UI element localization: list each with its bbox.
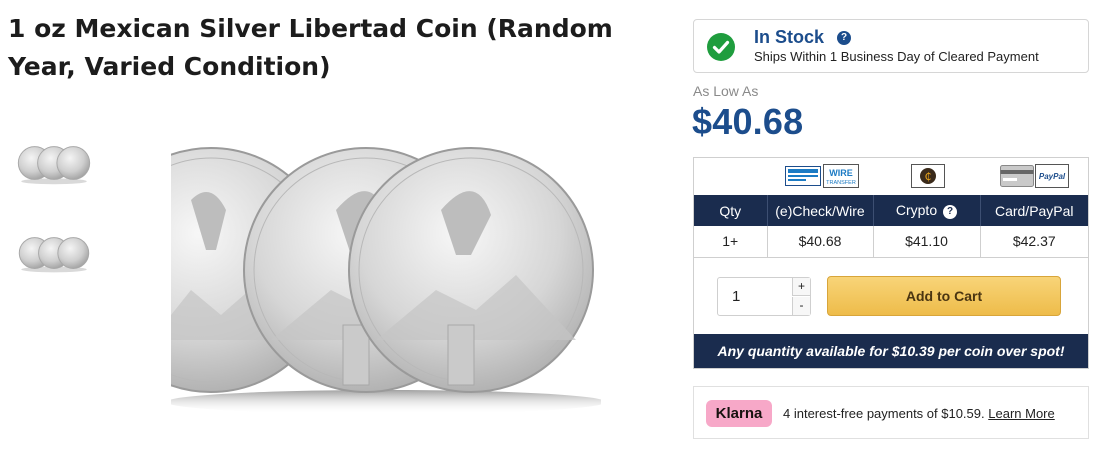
learn-more-link[interactable]: Learn More	[988, 406, 1054, 421]
header-qty: Qty	[694, 195, 768, 226]
crypto-coin-icon: ₵	[911, 164, 945, 188]
stock-status-box: In Stock ? Ships Within 1 Business Day o…	[693, 19, 1089, 73]
header-crypto: Crypto?	[873, 195, 981, 226]
spot-price-banner: Any quantity available for $10.39 per co…	[694, 334, 1088, 368]
quantity-decrement-button[interactable]: -	[792, 297, 810, 315]
klarna-installment-text: 4 interest-free payments of $10.59. Lear…	[783, 406, 1055, 421]
checkmark-icon	[707, 33, 735, 61]
lowest-price: $40.68	[692, 101, 804, 142]
transfer-label: TRANSFER	[826, 180, 856, 186]
add-to-cart-button[interactable]: Add to Cart	[827, 276, 1061, 316]
cell-crypto-price: $41.10	[873, 226, 981, 258]
cell-card-paypal-price: $42.37	[980, 226, 1088, 258]
check-payment-icon	[785, 164, 821, 188]
wire-transfer-icon: WIRE TRANSFER	[823, 164, 859, 188]
stock-status-label: In Stock	[754, 27, 825, 47]
crypto-symbol: ₵	[925, 170, 932, 183]
klarna-logo: Klarna	[706, 400, 772, 427]
klarna-box: Klarna 4 interest-free payments of $10.5…	[693, 386, 1089, 439]
klarna-payment-info: 4 interest-free payments of $10.59.	[783, 406, 985, 421]
shipping-info: Ships Within 1 Business Day of Cleared P…	[754, 49, 1039, 64]
question-icon[interactable]: ?	[943, 205, 958, 219]
table-row: 1+ $40.68 $41.10 $42.37	[694, 226, 1088, 258]
libertad-coins-image	[171, 147, 601, 414]
product-main-image[interactable]	[171, 140, 601, 420]
question-icon[interactable]: ?	[837, 31, 851, 45]
cell-check-wire-price: $40.68	[767, 226, 874, 258]
quantity-increment-button[interactable]: +	[792, 278, 810, 296]
quantity-stepper: + -	[717, 277, 811, 316]
thumbnail-three-coins-front[interactable]	[14, 136, 94, 192]
coin-thumbnail-image	[18, 237, 90, 273]
paypal-icon: PayPal	[1035, 164, 1069, 188]
product-title: 1 oz Mexican Silver Libertad Coin (Rando…	[8, 14, 613, 81]
coin-thumbnail-image	[17, 146, 91, 185]
header-card-paypal: Card/PayPal	[980, 195, 1088, 226]
credit-card-icon	[1000, 164, 1034, 188]
wire-label: WIRE	[829, 168, 853, 178]
pricing-box: WIRE TRANSFER ₵ PayPal Qty (e)Check/Wire …	[693, 157, 1089, 369]
header-crypto-label: Crypto	[895, 202, 938, 218]
price-tier-table: Qty (e)Check/Wire Crypto? Card/PayPal 1+…	[694, 195, 1088, 258]
header-check-wire: (e)Check/Wire	[767, 195, 874, 226]
cell-qty: 1+	[694, 226, 768, 258]
quantity-input[interactable]	[718, 278, 792, 315]
thumbnail-three-coins-back[interactable]	[14, 226, 94, 282]
as-low-as-label: As Low As	[693, 83, 759, 99]
paypal-label: PayPal	[1039, 172, 1066, 181]
